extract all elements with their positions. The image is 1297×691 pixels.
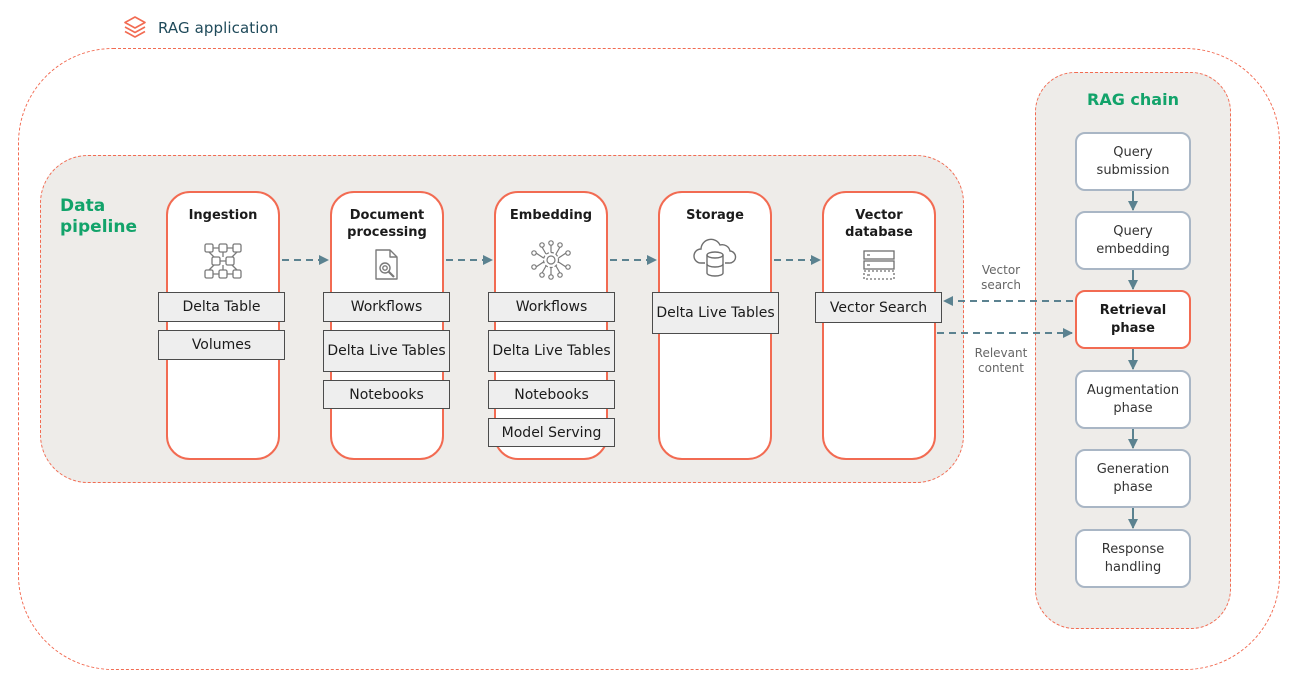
connectors-layer	[282, 191, 1138, 529]
